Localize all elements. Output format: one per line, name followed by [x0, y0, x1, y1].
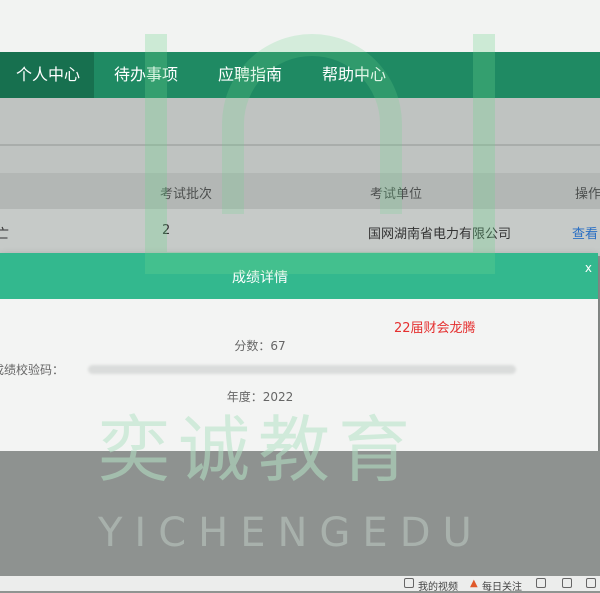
score-value: 分数：67 — [234, 339, 286, 353]
shield-icon[interactable] — [536, 578, 546, 588]
verification-code-label: 成绩校验码： — [0, 363, 65, 377]
cell-name-fragment: 亡 — [0, 227, 10, 242]
image-icon[interactable] — [562, 578, 572, 588]
watermark-logo-arch-icon — [222, 34, 402, 214]
watermark-chinese: 奕诚教育 — [98, 408, 419, 492]
handwritten-annotation: 22届财会龙腾 — [394, 321, 476, 336]
taskbar: 我的视频 ▲ 每日关注 — [0, 576, 600, 593]
view-link[interactable]: 查看 — [572, 223, 598, 242]
close-icon[interactable]: x — [585, 261, 592, 275]
header-action: 操作 — [575, 187, 600, 202]
video-icon — [404, 578, 414, 588]
tray-icon[interactable] — [586, 578, 596, 588]
verification-code-blurred — [88, 365, 516, 374]
watermark-english: YICHENGEDU — [98, 510, 484, 556]
flame-icon: ▲ — [470, 578, 478, 589]
nav-item-personal-center[interactable]: 个人中心 — [0, 52, 95, 98]
